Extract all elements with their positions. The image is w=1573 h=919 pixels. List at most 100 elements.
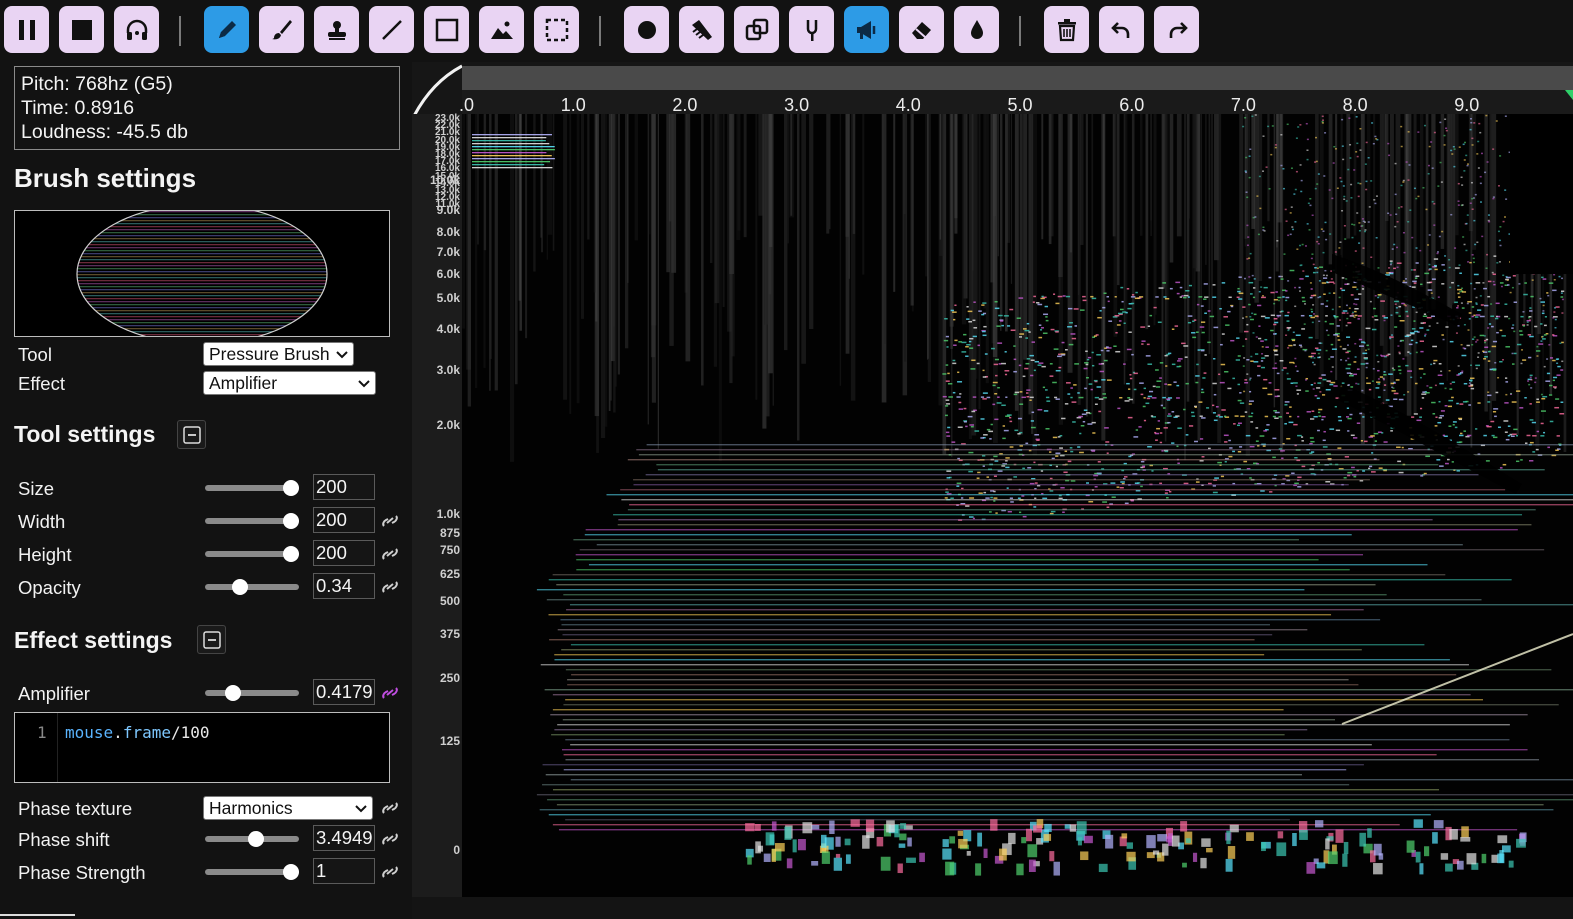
link-icon-active[interactable] [380, 684, 400, 702]
spectrogram-mark [1479, 131, 1482, 134]
slider-knob[interactable] [231, 579, 248, 595]
comb-effect-button[interactable] [679, 6, 724, 53]
code-line[interactable]: mouse.frame/100 [65, 723, 210, 742]
brush-tool-button[interactable] [259, 6, 304, 53]
spectrogram-mark [1448, 266, 1451, 269]
link-icon[interactable] [380, 545, 400, 563]
spectrogram-mark [1273, 350, 1278, 352]
link-icon[interactable] [380, 512, 400, 530]
spectrogram-mark [1431, 200, 1434, 203]
height-input[interactable]: 200 [313, 540, 375, 566]
spectrogram-mark [1105, 834, 1114, 849]
time-ruler[interactable]: .0 1.0 2.0 3.0 4.0 5.0 6.0 7.0 8.0 9.0 [459, 66, 1573, 115]
blur-effect-button[interactable] [954, 6, 999, 53]
amplifier-effect-button[interactable] [844, 6, 889, 53]
amplifier-slider[interactable] [205, 685, 299, 701]
spectrogram-mark [1262, 445, 1266, 447]
spectrogram-image[interactable] [462, 114, 1573, 897]
slider-knob[interactable] [283, 513, 299, 529]
tool-select[interactable]: Pressure Brush [203, 342, 354, 366]
phase-texture-select[interactable]: Harmonics [203, 796, 373, 820]
spectrogram-canvas[interactable] [462, 114, 1573, 897]
clone-effect-button[interactable] [734, 6, 779, 53]
effect-settings-collapse-button[interactable] [197, 625, 226, 654]
slider-knob[interactable] [283, 546, 299, 562]
spectrogram-mark [1287, 280, 1290, 282]
selection-tool-button[interactable] [534, 6, 579, 53]
opacity-slider[interactable] [205, 579, 299, 595]
spectrogram-mark [1274, 146, 1277, 149]
spectrogram-mark [1041, 114, 1044, 240]
width-input[interactable]: 200 [313, 507, 375, 533]
phase-strength-slider[interactable] [205, 864, 299, 880]
tuning-fork-effect-button[interactable] [789, 6, 834, 53]
image-tool-button[interactable] [479, 6, 524, 53]
spectrogram-mark [1379, 376, 1383, 378]
height-slider[interactable] [205, 546, 299, 562]
stamp-tool-button[interactable] [314, 6, 359, 53]
spectrogram-mark [1142, 405, 1146, 408]
scroll-indicator[interactable] [0, 914, 75, 916]
stop-button[interactable] [59, 6, 104, 53]
spectrogram-mark [1365, 141, 1368, 144]
link-icon[interactable] [380, 863, 400, 881]
size-slider[interactable] [205, 480, 299, 496]
eraser-effect-button[interactable] [899, 6, 944, 53]
rectangle-tool-button[interactable] [424, 6, 469, 53]
spectrogram-mark [1524, 442, 1528, 444]
spectrogram-mark [1436, 459, 1441, 461]
slider-knob[interactable] [224, 685, 241, 701]
spectrogram-mark [1353, 316, 1356, 318]
spectrogram-mark [1070, 396, 1073, 399]
spectrogram-mark [1377, 378, 1380, 380]
spectrogram-mark [1083, 835, 1093, 844]
phase-shift-slider[interactable] [205, 831, 299, 847]
spectrogram-mark [1045, 316, 1048, 318]
time-ruler-bar[interactable] [462, 66, 1573, 90]
spectrogram-mark [1176, 397, 1180, 399]
spectrogram-mark [1193, 319, 1197, 321]
horizontal-scrollbar[interactable] [0, 897, 1573, 919]
spectrogram-mark [1219, 381, 1225, 384]
opacity-input[interactable]: 0.34 [313, 573, 375, 599]
redo-button[interactable] [1154, 6, 1199, 53]
listen-button[interactable] [114, 6, 159, 53]
spectrogram-mark [1042, 332, 1048, 335]
slider-knob[interactable] [283, 864, 299, 880]
undo-button[interactable] [1099, 6, 1144, 53]
expression-code-editor[interactable]: 1 mouse.frame/100 [14, 712, 390, 783]
slider-knob[interactable] [283, 480, 299, 496]
effect-select[interactable]: Amplifier [203, 371, 376, 395]
width-slider[interactable] [205, 513, 299, 529]
spectrogram-mark [1257, 374, 1261, 377]
tool-settings-collapse-button[interactable] [177, 420, 206, 449]
amplifier-input[interactable]: 0.4179 [313, 679, 375, 705]
spectrogram-mark [718, 114, 722, 461]
headphones-icon [126, 19, 147, 40]
circle-effect-button[interactable] [624, 6, 669, 53]
spectrogram-mark [1055, 302, 1060, 305]
pen-tool-button[interactable] [204, 6, 249, 53]
spectrogram-mark [1310, 316, 1315, 319]
link-icon[interactable] [380, 578, 400, 596]
playhead-marker[interactable] [1565, 90, 1573, 100]
spectrogram-mark [1354, 298, 1359, 301]
spectrogram-mark [1328, 114, 1333, 265]
spectrogram-mark [1119, 308, 1124, 311]
spectrogram-mark [1284, 404, 1288, 406]
spectrogram-mark [1002, 437, 1006, 440]
phase-shift-input[interactable]: 3.4949 [313, 825, 375, 851]
spectrogram-mark [1330, 381, 1336, 384]
spectrogram-mark [1529, 374, 1533, 377]
pause-button[interactable] [4, 6, 49, 53]
spectrogram-mark [1287, 329, 1290, 332]
slider-knob[interactable] [247, 831, 264, 847]
phase-strength-input[interactable]: 1 [313, 858, 375, 884]
spectrogram-mark [647, 114, 649, 425]
link-icon[interactable] [380, 799, 400, 817]
line-tool-button[interactable] [369, 6, 414, 53]
size-input[interactable]: 200 [313, 474, 375, 500]
spectrogram-mark [1358, 242, 1361, 244]
clear-button[interactable] [1044, 6, 1089, 53]
link-icon[interactable] [380, 830, 400, 848]
